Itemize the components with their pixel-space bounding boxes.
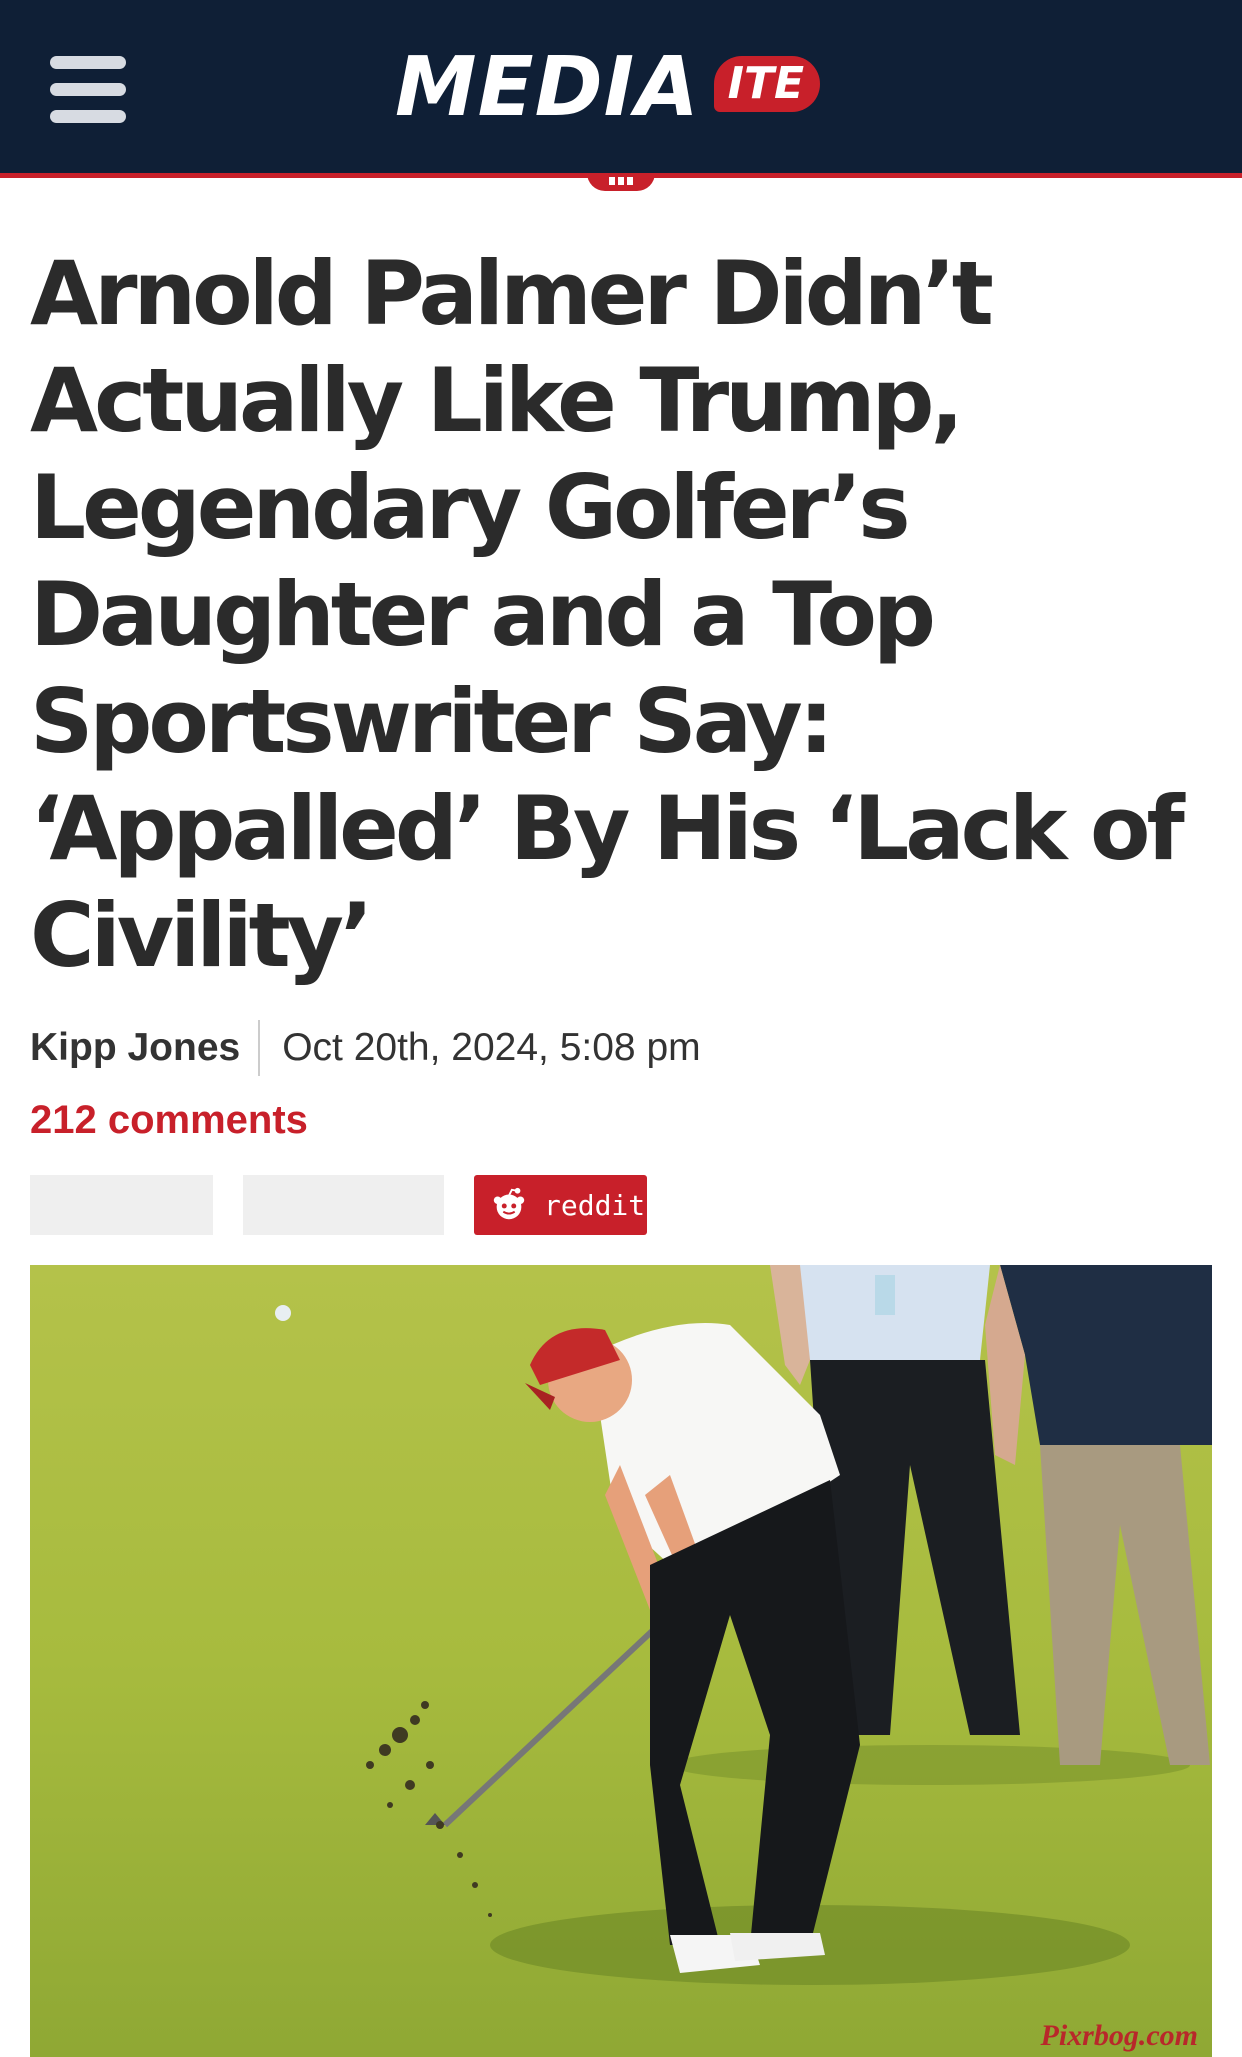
byline-divider <box>258 1020 261 1076</box>
author-link[interactable]: Kipp Jones <box>30 1026 240 1070</box>
publish-date: Oct 20th, 2024, 5:08 pm <box>282 1026 701 1069</box>
reddit-alien-icon <box>493 1187 525 1220</box>
comments-link[interactable]: 212 comments <box>30 1098 308 1143</box>
hamburger-menu-icon[interactable] <box>50 56 126 124</box>
article-photo[interactable]: Pixrbog.com <box>30 1265 1212 2057</box>
share-button-placeholder-2[interactable] <box>243 1175 444 1235</box>
reddit-share-button[interactable]: reddit <box>474 1175 647 1235</box>
golfer-photo-illustration: Pixrbog.com <box>30 1265 1212 2057</box>
logo-badge: ITE <box>713 56 821 112</box>
logo-wordmark: MEDIA <box>395 40 700 135</box>
site-logo[interactable]: MEDIA ITE <box>395 40 821 135</box>
byline: Kipp Jones Oct 20th, 2024, 5:08 pm <box>30 1018 701 1078</box>
photo-watermark: Pixrbog.com <box>1040 2019 1199 2052</box>
reddit-label: reddit <box>544 1188 646 1222</box>
share-button-placeholder-1[interactable] <box>30 1175 213 1235</box>
site-header: MEDIA ITE <box>0 0 1242 191</box>
article-headline: Arnold Palmer Didn’t Actually Like Trump… <box>30 242 1185 987</box>
header-tab-decoration <box>587 173 655 191</box>
